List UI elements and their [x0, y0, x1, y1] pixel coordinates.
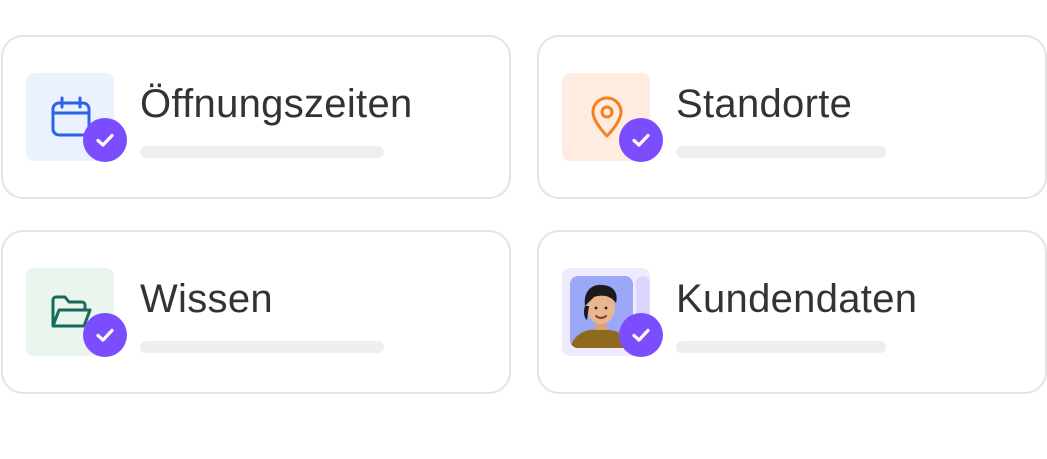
card-kundendaten[interactable]: Kundendaten [537, 230, 1047, 394]
check-badge-icon [83, 118, 127, 162]
card-title: Standorte [676, 82, 853, 126]
card-oeffnungszeiten[interactable]: Öffnungszeiten [1, 35, 511, 199]
card-title: Öffnungszeiten [140, 82, 413, 126]
placeholder-bar [140, 146, 384, 158]
check-badge-icon [83, 313, 127, 357]
check-badge-icon [619, 313, 663, 357]
placeholder-bar [676, 341, 886, 353]
card-wissen[interactable]: Wissen [1, 230, 511, 394]
card-title: Wissen [140, 277, 273, 321]
placeholder-bar [140, 341, 384, 353]
check-badge-icon [619, 118, 663, 162]
card-title: Kundendaten [676, 277, 918, 321]
placeholder-bar [676, 146, 886, 158]
card-standorte[interactable]: Standorte [537, 35, 1047, 199]
